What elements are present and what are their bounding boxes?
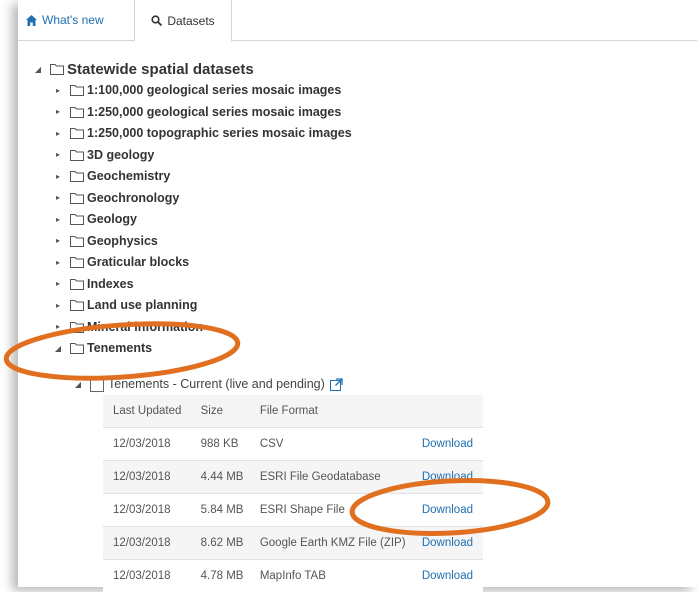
tree-node-folder[interactable]: ▸ Geochemistry: [52, 166, 170, 186]
tab-whats-new[interactable]: What's new: [26, 0, 104, 40]
tab-datasets[interactable]: Datasets: [134, 0, 232, 42]
tree-node-file[interactable]: ◢ Tenements - Current (live and pending): [72, 374, 343, 394]
expand-arrow-icon[interactable]: ▸: [52, 279, 64, 288]
file-icon: [90, 376, 104, 392]
tree-node-folder[interactable]: ▸ Geochronology: [52, 188, 179, 208]
download-link[interactable]: Download: [412, 494, 483, 527]
tree-node-label: Tenements - Current (live and pending): [108, 377, 325, 391]
expand-arrow-icon[interactable]: ▸: [52, 322, 64, 331]
download-table: Last Updated Size File Format 12/03/2018…: [103, 395, 483, 592]
column-header: File Format: [250, 395, 412, 428]
table-row: 12/03/20188.62 MBGoogle Earth KMZ File (…: [103, 527, 483, 560]
tree-node-label: 1:250,000 topographic series mosaic imag…: [87, 126, 352, 140]
tree-node-label: Indexes: [87, 277, 134, 291]
download-link[interactable]: Download: [412, 560, 483, 592]
expand-arrow-icon[interactable]: ▸: [52, 107, 64, 116]
cell-size: 4.44 MB: [191, 461, 250, 494]
folder-icon: [70, 299, 84, 311]
cell-date: 12/03/2018: [103, 428, 191, 461]
expand-arrow-icon[interactable]: ▸: [52, 258, 64, 267]
collapse-arrow-icon[interactable]: ◢: [32, 65, 44, 74]
cell-format: CSV: [250, 428, 412, 461]
folder-icon: [70, 342, 84, 354]
tree-node-folder[interactable]: ▸ Indexes: [52, 274, 134, 294]
folder-icon: [70, 321, 84, 333]
expand-arrow-icon[interactable]: ▸: [52, 129, 64, 138]
column-header: [412, 395, 483, 428]
cell-format: Google Earth KMZ File (ZIP): [250, 527, 412, 560]
tree-node-label: Geochemistry: [87, 169, 170, 183]
tree-node-label: 3D geology: [87, 148, 154, 162]
folder-icon: [70, 127, 84, 139]
download-link[interactable]: Download: [412, 527, 483, 560]
expand-arrow-icon[interactable]: ▸: [52, 86, 64, 95]
tab-label: What's new: [42, 13, 104, 27]
tree-node-folder[interactable]: ▸ Geology: [52, 209, 137, 229]
tab-bar: What's new Datasets: [18, 0, 697, 41]
tree-node-folder[interactable]: ▸ Graticular blocks: [52, 252, 189, 272]
cell-size: 4.78 MB: [191, 560, 250, 592]
search-icon: [151, 15, 162, 26]
table-row: 12/03/2018988 KBCSVDownload: [103, 428, 483, 461]
tree-node-folder[interactable]: ▸ 3D geology: [52, 145, 154, 165]
folder-icon: [70, 213, 84, 225]
table-row: 12/03/20184.44 MBESRI File GeodatabaseDo…: [103, 461, 483, 494]
tree-node-folder[interactable]: ▸ 1:100,000 geological series mosaic imag…: [52, 80, 341, 100]
home-icon: [26, 15, 37, 26]
tree-node-label: Geophysics: [87, 234, 158, 248]
download-link[interactable]: Download: [412, 428, 483, 461]
expand-arrow-icon[interactable]: ▸: [52, 236, 64, 245]
folder-icon: [50, 63, 64, 75]
collapse-arrow-icon[interactable]: ◢: [52, 344, 64, 353]
folder-icon: [70, 106, 84, 118]
tree-node-folder[interactable]: ▸ 1:250,000 topographic series mosaic ima…: [52, 123, 352, 143]
tree-node-label: Tenements: [87, 341, 152, 355]
folder-icon: [70, 149, 84, 161]
tree-node-folder[interactable]: ▸ Geophysics: [52, 231, 158, 251]
cell-size: 988 KB: [191, 428, 250, 461]
folder-icon: [70, 235, 84, 247]
expand-arrow-icon[interactable]: ▸: [52, 150, 64, 159]
folder-icon: [70, 192, 84, 204]
tree-node-folder[interactable]: ▸ Mineral information: [52, 317, 203, 337]
cell-format: ESRI File Geodatabase: [250, 461, 412, 494]
tree-node-label: 1:100,000 geological series mosaic image…: [87, 83, 341, 97]
cell-date: 12/03/2018: [103, 461, 191, 494]
expand-arrow-icon[interactable]: ▸: [52, 301, 64, 310]
expand-arrow-icon[interactable]: ▸: [52, 172, 64, 181]
table-row: 12/03/20184.78 MBMapInfo TABDownload: [103, 560, 483, 592]
table-row: 12/03/20185.84 MBESRI Shape FileDownload: [103, 494, 483, 527]
tree-node-label: Geochronology: [87, 191, 179, 205]
folder-icon: [70, 84, 84, 96]
cell-format: ESRI Shape File: [250, 494, 412, 527]
cell-format: MapInfo TAB: [250, 560, 412, 592]
table-header-row: Last Updated Size File Format: [103, 395, 483, 428]
collapse-arrow-icon[interactable]: ◢: [72, 380, 84, 389]
column-header: Last Updated: [103, 395, 191, 428]
cell-date: 12/03/2018: [103, 560, 191, 592]
tab-label: Datasets: [167, 14, 214, 28]
folder-icon: [70, 256, 84, 268]
tree-node-label: Mineral information: [87, 320, 203, 334]
tree-node-root[interactable]: ◢ Statewide spatial datasets: [32, 59, 254, 79]
folder-icon: [70, 170, 84, 182]
tree-node-folder[interactable]: ▸ 1:250,000 geological series mosaic imag…: [52, 102, 341, 122]
tree-node-label: Statewide spatial datasets: [67, 61, 254, 78]
folder-icon: [70, 278, 84, 290]
cell-size: 5.84 MB: [191, 494, 250, 527]
column-header: Size: [191, 395, 250, 428]
expand-arrow-icon[interactable]: ▸: [52, 215, 64, 224]
cell-date: 12/03/2018: [103, 527, 191, 560]
tree-node-label: 1:250,000 geological series mosaic image…: [87, 105, 341, 119]
cell-date: 12/03/2018: [103, 494, 191, 527]
tree-node-label: Geology: [87, 212, 137, 226]
tree-node-folder[interactable]: ◢ Tenements: [52, 338, 152, 358]
tree-node-folder[interactable]: ▸ Land use planning: [52, 295, 197, 315]
external-link-icon[interactable]: [330, 378, 343, 391]
tree-node-label: Land use planning: [87, 298, 197, 312]
expand-arrow-icon[interactable]: ▸: [52, 193, 64, 202]
download-link[interactable]: Download: [412, 461, 483, 494]
tree-node-label: Graticular blocks: [87, 255, 189, 269]
cell-size: 8.62 MB: [191, 527, 250, 560]
